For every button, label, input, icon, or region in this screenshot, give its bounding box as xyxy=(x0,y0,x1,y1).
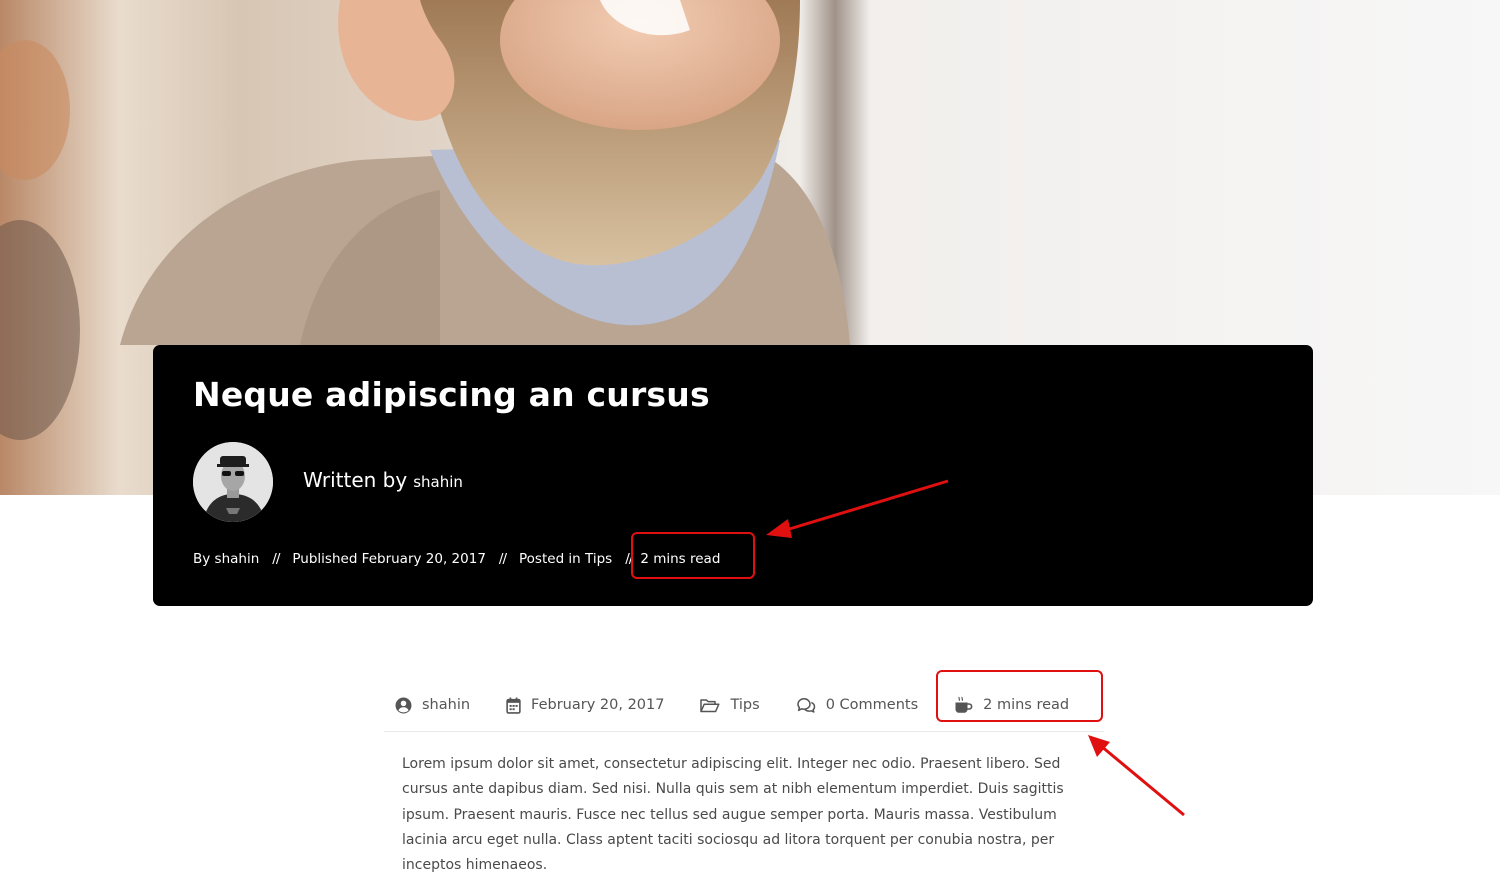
folder-open-icon xyxy=(700,698,721,712)
comments-icon xyxy=(796,698,815,713)
author-photo xyxy=(193,442,273,522)
meta-read-time: 2 mins read xyxy=(640,551,721,567)
meta-category-link[interactable]: Tips xyxy=(585,551,612,567)
user-circle-icon xyxy=(395,697,412,713)
meta-comments[interactable]: 0 Comments xyxy=(796,690,918,720)
meta-author[interactable]: shahin xyxy=(395,690,470,720)
author-link[interactable]: shahin xyxy=(413,473,463,491)
meta-read-time-text: 2 mins read xyxy=(983,697,1070,713)
meta-category[interactable]: Tips xyxy=(700,690,760,720)
meta-by: By shahin xyxy=(193,551,260,567)
calendar-icon xyxy=(506,697,521,714)
written-by: Written by shahin xyxy=(303,468,463,492)
meta-category-text: Tips xyxy=(730,697,760,713)
arrow-to-meta-read-time xyxy=(1088,735,1185,817)
meta-separator: // xyxy=(625,551,633,567)
meta-date-text: February 20, 2017 xyxy=(531,697,665,713)
meta-posted-in: Posted in Tips xyxy=(519,551,612,567)
post-title: Neque adipiscing an cursus xyxy=(193,375,710,414)
post-meta-bar: shahin February 20, 2017 Tips 0 Comments… xyxy=(384,690,1104,732)
meta-published: Published February 20, 2017 xyxy=(292,551,486,567)
post-meta-inline: By shahin // Published February 20, 2017… xyxy=(193,551,720,567)
meta-separator: // xyxy=(498,551,507,567)
page: Neque adipiscing an cursus Written by sha… xyxy=(0,0,1500,889)
meta-comments-text: 0 Comments xyxy=(825,697,919,713)
meta-date: February 20, 2017 xyxy=(506,690,664,720)
post-body-paragraph: Lorem ipsum dolor sit amet, consectetur … xyxy=(402,756,1064,874)
meta-read-time: 2 mins read xyxy=(954,690,1069,720)
avatar[interactable] xyxy=(193,442,273,522)
coffee-icon xyxy=(955,696,973,713)
written-by-label: Written by xyxy=(303,468,408,492)
post-header-card: Neque adipiscing an cursus Written by sha… xyxy=(153,345,1313,606)
meta-separator: // xyxy=(272,551,280,567)
meta-author-name: shahin xyxy=(422,697,471,713)
meta-posted-in-prefix: Posted in xyxy=(519,551,586,567)
